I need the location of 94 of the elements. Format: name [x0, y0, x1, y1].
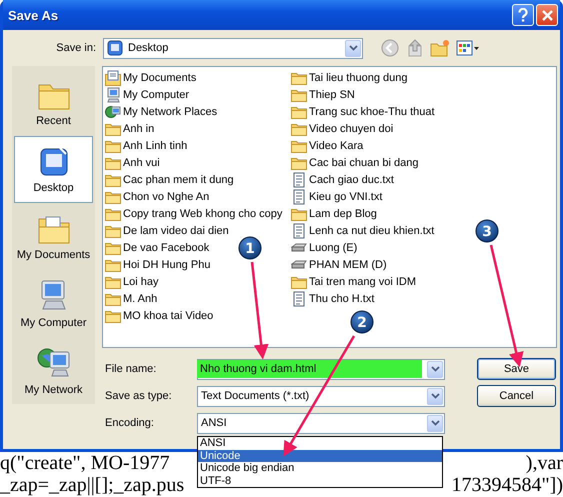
file-item[interactable]: PHAN MEM (D) [291, 256, 387, 273]
file-item[interactable]: De vao Facebook [105, 239, 210, 256]
close-icon [542, 10, 552, 20]
places-item[interactable]: My Documents [14, 203, 93, 270]
encoding-option[interactable]: UTF-8 [198, 474, 442, 487]
documents-folder-icon [105, 70, 121, 86]
folder-icon [105, 274, 121, 288]
file-item[interactable]: Thiep SN [291, 86, 355, 103]
places-item[interactable]: My Computer [14, 270, 93, 337]
folder-icon [105, 122, 121, 136]
file-item[interactable]: MO khoa tai Video [105, 307, 214, 324]
file-item[interactable]: Tai tren mang voi IDM [291, 273, 416, 290]
file-name-label: File name: [104, 363, 158, 375]
folder-icon [105, 308, 121, 322]
places-item[interactable]: Desktop [14, 136, 93, 203]
drive-icon [291, 242, 307, 254]
file-item[interactable]: Cac bai chuan bi dang [291, 154, 418, 171]
file-item[interactable]: My Computer [105, 86, 190, 103]
help-button[interactable] [512, 4, 534, 26]
desktop-icon [38, 146, 70, 178]
file-item[interactable]: Anh Linh tinh [105, 137, 188, 154]
background-text: _zap=_zap||[];_zap.pus [0, 474, 184, 496]
folder-icon [291, 88, 307, 102]
cancel-button[interactable]: Cancel [477, 385, 556, 407]
folder-icon [291, 274, 307, 288]
text-file-icon [291, 222, 307, 238]
encoding-option[interactable]: Unicode [198, 450, 442, 462]
folder-icon [291, 122, 307, 136]
folder-icon [105, 206, 121, 220]
save-as-type-dropdown[interactable]: Text Documents (*.txt) [197, 386, 445, 406]
folder-icon [291, 138, 307, 152]
background-text: ),var [526, 452, 563, 474]
folder-icon [291, 206, 307, 220]
file-name-field[interactable]: Nho thuong vi dam.html [197, 358, 445, 380]
folder-icon [291, 104, 307, 118]
file-item[interactable]: Cac phan mem it dung [105, 171, 234, 188]
file-item[interactable]: Video Kara [291, 137, 364, 154]
file-item[interactable]: Tai lieu thuong dung [291, 69, 408, 86]
folder-icon [105, 258, 121, 272]
folder-icon [105, 224, 121, 238]
close-button[interactable] [536, 4, 558, 26]
network-computer-icon [105, 104, 121, 120]
file-item[interactable]: Trang suc khoe-Thu thuat [291, 103, 435, 120]
save-in-label: Save in: [55, 42, 97, 54]
text-file-icon [291, 172, 307, 188]
folder-icon [105, 292, 121, 306]
file-item[interactable]: De lam video dai dien [105, 222, 229, 239]
file-item[interactable]: Hoi DH Hung Phu [105, 256, 210, 273]
folder-icon [105, 172, 121, 186]
folder-icon [105, 138, 121, 152]
window-title: Save As [8, 8, 58, 22]
file-item[interactable]: M. Anh [105, 290, 158, 307]
file-item[interactable]: Thu cho H.txt [291, 290, 374, 307]
number-badge: 3 [476, 220, 498, 242]
file-item[interactable]: Lam dep Blog [291, 205, 377, 222]
encoding-option[interactable]: Unicode big endian [198, 462, 442, 474]
file-item[interactable]: Cach giao duc.txt [291, 171, 394, 188]
save-in-dropdown[interactable]: Desktop [103, 38, 363, 58]
file-item[interactable]: Lenh ca nut dieu khien.txt [291, 222, 434, 239]
file-item[interactable]: My Network Places [105, 103, 218, 120]
back-icon[interactable] [380, 38, 400, 58]
computer-icon [105, 86, 121, 102]
folder-icon [105, 190, 121, 204]
file-item[interactable]: Anh vui [105, 154, 160, 171]
view-menu-icon[interactable] [456, 40, 480, 56]
file-item[interactable]: Kieu go VNI.txt [291, 188, 382, 205]
file-item[interactable]: Chon vo Nghe An [105, 188, 210, 205]
places-item[interactable]: Recent [14, 69, 93, 136]
background-text: q("create", MO-1977 [0, 452, 170, 474]
text-file-icon [291, 188, 307, 204]
save-as-type-label: Save as type: [104, 390, 173, 402]
places-item[interactable]: My Network [14, 337, 93, 404]
file-item[interactable]: Video chuyen doi [291, 120, 394, 137]
file-item[interactable]: Luong (E) [291, 239, 358, 256]
folder-icon [291, 156, 307, 170]
file-item[interactable]: Loi hay [105, 273, 158, 290]
help-icon [517, 8, 529, 22]
folder-icon [291, 70, 307, 84]
file-item[interactable]: Anh in [105, 120, 154, 137]
background-text: 173394584"]) [452, 474, 563, 496]
folder-icon [105, 240, 121, 254]
folder-icon [105, 156, 121, 170]
network-computer-icon [36, 346, 70, 380]
encoding-dropdown[interactable]: ANSI [197, 412, 445, 434]
file-item[interactable]: Copy trang Web khong cho copy [105, 205, 282, 222]
desktop-icon [107, 40, 123, 56]
encoding-label: Encoding: [104, 417, 155, 429]
save-button[interactable]: Save [477, 358, 556, 380]
number-badge: 2 [350, 310, 374, 334]
file-item[interactable]: My Documents [105, 69, 196, 86]
number-badge: 1 [238, 236, 262, 260]
drive-icon [291, 258, 307, 270]
encoding-option[interactable]: ANSI [198, 437, 442, 450]
text-file-icon [291, 290, 307, 306]
